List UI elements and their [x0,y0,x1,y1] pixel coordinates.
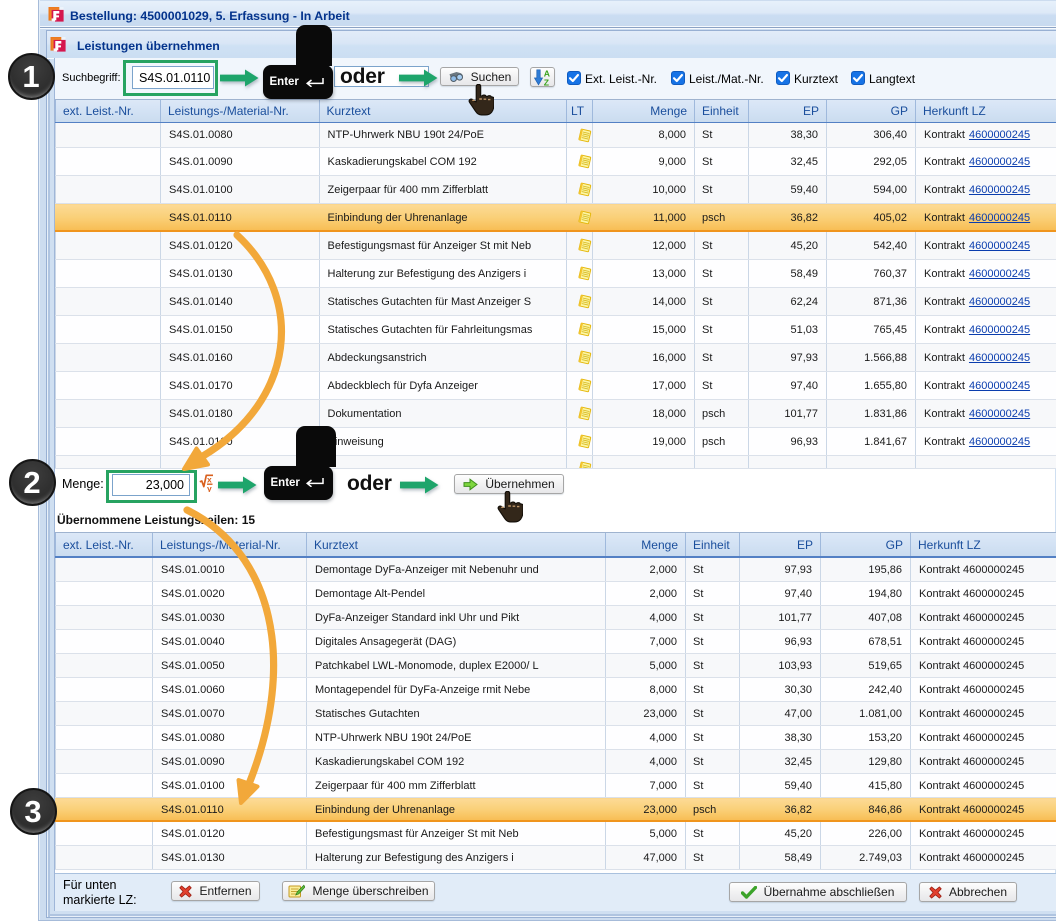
svg-text:y: y [207,484,212,492]
svg-text:Z: Z [544,77,549,86]
